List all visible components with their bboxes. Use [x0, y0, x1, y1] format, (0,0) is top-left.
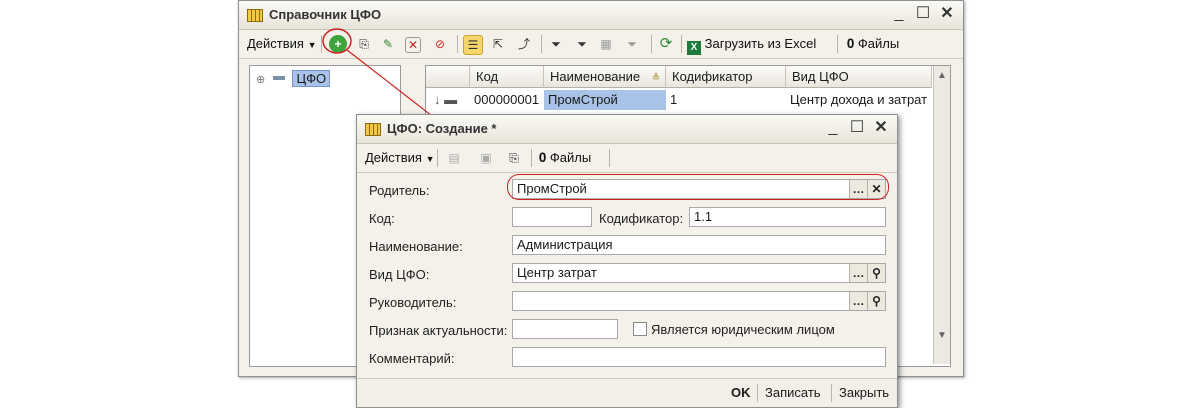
manager-field[interactable]: … ⚲	[512, 291, 886, 311]
paperclip-icon: 𝟎	[539, 150, 547, 165]
close-icon[interactable]: ✕	[937, 5, 957, 23]
save-to-icon[interactable]: ▤	[445, 149, 463, 167]
cell-code: 000000001	[474, 92, 540, 107]
dialog-title: ЦФО: Создание *	[387, 121, 497, 136]
main-window-title: Справочник ЦФО	[269, 7, 382, 22]
maximize-icon[interactable]: ☐	[913, 5, 933, 23]
main-toolbar: Действия ▼ + ⎘ ✎ ✕ ⊘ ☰ ⇱ ⤴ ⏷ ⏷ ▦ ⏷ ⟳ X З…	[239, 30, 963, 59]
dialog-files-button[interactable]: 𝟎 Файлы	[539, 148, 591, 168]
type-field[interactable]: Центр затрат … ⚲	[512, 263, 886, 283]
save-button[interactable]: Записать	[765, 385, 821, 400]
parent-value: ПромСтрой	[517, 181, 587, 196]
manager-label: Руководитель:	[369, 295, 457, 310]
search-icon[interactable]: ⚲	[867, 264, 885, 282]
refresh-icon[interactable]: ⟳	[657, 35, 675, 53]
move-icon[interactable]: ⤴	[515, 35, 533, 53]
parent-field[interactable]: ПромСтрой … ✕	[512, 179, 886, 199]
app-icon	[247, 9, 263, 22]
ok-button[interactable]: OK	[731, 385, 751, 400]
parent-clear-button[interactable]: ✕	[867, 180, 885, 198]
dialog-app-icon	[365, 123, 381, 136]
main-titlebar: Справочник ЦФО _ ☐ ✕	[239, 1, 963, 30]
dropdown-arrow-icon: ▼	[425, 154, 435, 164]
dialog-actions-menu[interactable]: Действия ▼	[365, 148, 435, 168]
filter-list-icon[interactable]: ▦	[597, 35, 615, 53]
actions-label: Действия	[247, 36, 304, 51]
cell-name: ПромСтрой	[544, 90, 666, 110]
relevance-field[interactable]	[512, 319, 618, 339]
parent-select-button[interactable]: …	[849, 180, 867, 198]
filter-icon[interactable]: ⏷	[547, 35, 565, 53]
structure-icon[interactable]: ▣	[477, 149, 495, 167]
dialog-close-icon[interactable]: ✕	[871, 119, 891, 137]
cell-type: Центр дохода и затрат	[790, 92, 928, 107]
codifier-label: Кодификатор:	[599, 211, 684, 226]
type-value: Центр затрат	[517, 265, 597, 280]
name-label: Наименование:	[369, 239, 463, 254]
dialog-maximize-icon[interactable]: ☐	[847, 119, 867, 137]
row-state-icon: ↓ ▬	[434, 92, 458, 107]
col-type-header[interactable]: Вид ЦФО	[786, 66, 932, 88]
cell-codifier: 1	[670, 92, 678, 107]
col-name-header[interactable]: Наименование ≜	[544, 66, 666, 88]
codifier-field[interactable]: 1.1	[689, 207, 886, 227]
tree-root-label: ЦФО	[292, 70, 331, 87]
comment-label: Комментарий:	[369, 351, 455, 366]
parent-label: Родитель:	[369, 183, 430, 198]
legal-entity-label: Является юридическим лицом	[651, 322, 835, 337]
name-field[interactable]: Администрация	[512, 235, 886, 255]
type-label: Вид ЦФО:	[369, 267, 430, 282]
copy-icon[interactable]: ⎘	[355, 35, 373, 53]
code-field[interactable]	[512, 207, 592, 227]
load-excel-label: Загрузить из Excel	[704, 36, 817, 51]
search-icon[interactable]: ⚲	[867, 292, 885, 310]
dialog-copy-icon[interactable]: ⎘	[505, 149, 523, 167]
scroll-down-icon[interactable]: ▼	[934, 328, 950, 344]
add-icon[interactable]: +	[329, 35, 347, 53]
excel-icon: X	[687, 41, 701, 55]
legal-entity-checkbox[interactable]	[633, 322, 647, 336]
col-codifier-header[interactable]: Кодификатор	[666, 66, 786, 88]
tree-root-row[interactable]: ⊕ ЦФО	[256, 70, 331, 88]
paperclip-icon: 𝟎	[847, 36, 855, 51]
col-code-header[interactable]: Код	[470, 66, 544, 88]
sort-icon: ≜	[651, 73, 661, 84]
create-dialog: ЦФО: Создание * _ ☐ ✕ Действия ▼ ▤ ▣ ⎘ 𝟎…	[356, 114, 898, 408]
dialog-toolbar: Действия ▼ ▤ ▣ ⎘ 𝟎 Файлы	[357, 144, 897, 173]
mark-delete-icon[interactable]: ⊘	[431, 35, 449, 53]
hierarchy-icon[interactable]: ☰	[463, 35, 483, 55]
folder-icon	[272, 76, 285, 80]
dialog-minimize-icon[interactable]: _	[823, 119, 843, 137]
type-select-button[interactable]: …	[849, 264, 867, 282]
dropdown-arrow-icon: ▼	[307, 40, 317, 50]
vertical-scrollbar[interactable]: ▲ ▼	[933, 66, 950, 364]
minimize-icon[interactable]: _	[889, 5, 909, 23]
code-label: Код:	[369, 211, 395, 226]
scroll-up-icon[interactable]: ▲	[934, 68, 950, 84]
files-label: Файлы	[857, 36, 900, 51]
dialog-button-bar: OK Записать Закрыть	[357, 378, 897, 407]
table-row[interactable]: ↓ ▬ 000000001 ПромСтрой 1 Центр дохода и…	[426, 90, 932, 110]
delete-icon[interactable]: ✕	[405, 37, 421, 53]
clear-filter-icon[interactable]: ⏷	[623, 35, 641, 53]
filter-value-icon[interactable]: ⏷	[573, 35, 591, 53]
close-button[interactable]: Закрыть	[839, 385, 889, 400]
dialog-files-label: Файлы	[549, 150, 592, 165]
edit-icon[interactable]: ✎	[379, 35, 397, 53]
dialog-actions-label: Действия	[365, 150, 422, 165]
actions-menu[interactable]: Действия ▼	[247, 34, 317, 54]
relevance-label: Признак актуальности:	[369, 323, 508, 338]
dialog-titlebar: ЦФО: Создание * _ ☐ ✕	[357, 115, 897, 144]
manager-select-button[interactable]: …	[849, 292, 867, 310]
load-excel-button[interactable]: X Загрузить из Excel	[687, 34, 817, 55]
col-name-label: Наименование	[550, 69, 641, 84]
row-marker-header	[426, 66, 470, 88]
files-button[interactable]: 𝟎 Файлы	[847, 34, 899, 54]
expand-icon[interactable]: ⊕	[256, 74, 265, 86]
comment-field[interactable]	[512, 347, 886, 367]
select-icon[interactable]: ⇱	[489, 35, 507, 53]
